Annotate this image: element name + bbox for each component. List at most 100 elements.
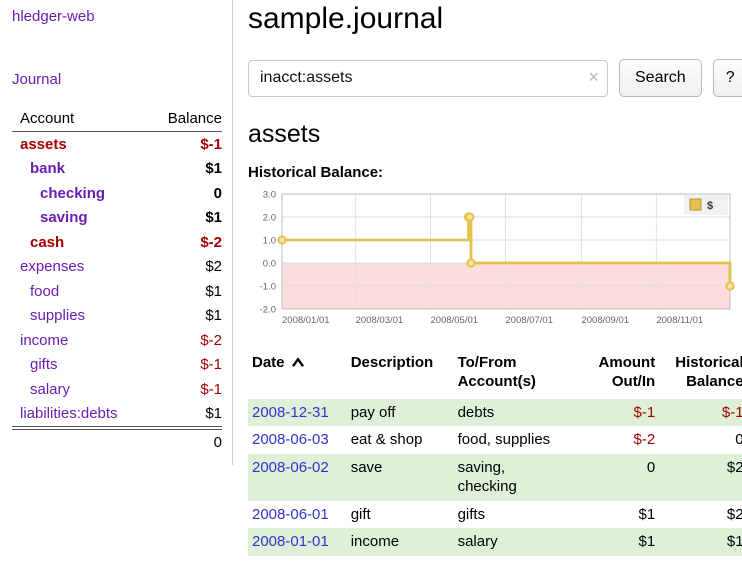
transaction-row: 2008-12-31pay offdebts$-1$-1 [248, 399, 742, 427]
search-input[interactable] [248, 60, 608, 97]
account-balance: $1 [144, 206, 222, 231]
transaction-date-cell: 2008-01-01 [248, 528, 347, 556]
account-balance: $1 [144, 279, 222, 304]
transaction-description: gift [347, 501, 454, 529]
transaction-row: 2008-06-01giftgifts$1$2 [248, 501, 742, 529]
account-link[interactable]: cash [12, 233, 64, 253]
register-header-row: DateDescriptionTo/FromAccount(s)AmountOu… [248, 352, 742, 399]
account-link[interactable]: expenses [12, 257, 84, 277]
search-button[interactable]: Search [619, 59, 702, 97]
transaction-accounts: debts [454, 399, 586, 427]
transaction-date-link[interactable]: 2008-01-01 [252, 533, 329, 550]
transaction-description: eat & shop [347, 426, 454, 454]
page-title: sample.journal [248, 2, 742, 36]
account-balance: 0 [144, 181, 222, 206]
transaction-date-link[interactable]: 2008-06-02 [252, 459, 329, 476]
transaction-balance: $1 [659, 528, 742, 556]
transaction-balance: $2 [659, 454, 742, 501]
transaction-description: save [347, 454, 454, 501]
account-link[interactable]: saving [12, 208, 88, 228]
transaction-balance: 0 [659, 426, 742, 454]
account-row: checking 0 [12, 181, 222, 206]
transaction-row: 2008-06-03eat & shopfood, supplies$-20 [248, 426, 742, 454]
account-balance: $-1 [144, 353, 222, 378]
account-link[interactable]: gifts [12, 355, 58, 375]
app-title-link[interactable]: hledger-web [12, 8, 95, 25]
header-label: Balance [686, 373, 742, 390]
account-balance: $-1 [144, 377, 222, 402]
svg-text:0.0: 0.0 [263, 259, 276, 270]
account-cell: food [12, 279, 144, 304]
account-cell: saving [12, 206, 144, 231]
account-link[interactable]: bank [12, 159, 65, 179]
account-link[interactable]: income [12, 331, 68, 351]
accounts-total-row: 0 [12, 428, 222, 455]
header-label: Description [351, 354, 434, 371]
transaction-amount: $1 [585, 501, 659, 529]
account-balance: $-1 [144, 132, 222, 157]
transaction-balance: $2 [659, 501, 742, 529]
account-link[interactable]: liabilities:debts [12, 404, 118, 424]
transaction-date-cell: 2008-06-03 [248, 426, 347, 454]
transaction-amount: 0 [585, 454, 659, 501]
transaction-date-cell: 2008-06-01 [248, 501, 347, 529]
account-row: liabilities:debts $1 [12, 402, 222, 429]
svg-text:2008/05/01: 2008/05/01 [431, 315, 479, 326]
account-cell: cash [12, 230, 144, 255]
account-balance: $-2 [144, 230, 222, 255]
svg-text:2008/01/01: 2008/01/01 [282, 315, 330, 326]
journal-link[interactable]: Journal [12, 71, 222, 88]
accounts-header-account: Account [12, 108, 144, 132]
account-balance: $-2 [144, 328, 222, 353]
transaction-amount: $-1 [585, 399, 659, 427]
account-row: supplies $1 [12, 304, 222, 329]
transaction-date-link[interactable]: 2008-06-03 [252, 431, 329, 448]
transaction-date-cell: 2008-06-02 [248, 454, 347, 501]
account-link[interactable]: salary [12, 380, 70, 400]
transaction-accounts: salary [454, 528, 586, 556]
transaction-description: pay off [347, 399, 454, 427]
transaction-date-link[interactable]: 2008-06-01 [252, 506, 329, 523]
transaction-date-link[interactable]: 2008-12-31 [252, 404, 329, 421]
search-field-wrap: × [248, 60, 608, 97]
accounts-total: 0 [12, 428, 222, 455]
account-link[interactable]: food [12, 282, 59, 302]
account-row: cash $-2 [12, 230, 222, 255]
register-header-date[interactable]: Date [248, 352, 347, 399]
transaction-amount: $-2 [585, 426, 659, 454]
account-row: food $1 [12, 279, 222, 304]
svg-text:2008/03/01: 2008/03/01 [356, 315, 404, 326]
clear-search-icon[interactable]: × [588, 67, 599, 89]
register-header-description: Description [347, 352, 454, 399]
search-form: × Search ? [248, 59, 742, 97]
account-cell: gifts [12, 353, 144, 378]
transaction-description: income [347, 528, 454, 556]
register-header-balance: HistoricalBalance [659, 352, 742, 399]
svg-text:1.0: 1.0 [263, 236, 276, 247]
account-link[interactable]: checking [12, 184, 105, 204]
main-content: sample.journal × Search ? assets Histori… [233, 0, 742, 556]
sidebar: hledger-web Journal Account Balance asse… [0, 0, 233, 465]
account-link[interactable]: assets [12, 135, 67, 155]
sort-asc-icon[interactable] [291, 355, 305, 374]
accounts-header-balance: Balance [144, 108, 222, 132]
transaction-balance: $-1 [659, 399, 742, 427]
help-button[interactable]: ? [713, 59, 742, 97]
transaction-row: 2008-01-01incomesalary$1$1 [248, 528, 742, 556]
account-row: expenses $2 [12, 255, 222, 280]
svg-text:-1.0: -1.0 [260, 282, 276, 293]
account-row: salary $-1 [12, 377, 222, 402]
header-label: Out/In [612, 373, 655, 390]
historical-balance-chart: 3.02.01.00.0-1.0-2.02008/01/012008/03/01… [248, 188, 742, 338]
account-balance: $1 [144, 304, 222, 329]
account-cell: salary [12, 377, 144, 402]
svg-text:2008/09/01: 2008/09/01 [581, 315, 629, 326]
account-balance: $2 [144, 255, 222, 280]
account-row: assets $-1 [12, 132, 222, 157]
account-balance: $1 [144, 402, 222, 429]
header-label: Date [252, 354, 285, 371]
account-cell: supplies [12, 304, 144, 329]
account-row: bank$1 [12, 157, 222, 182]
account-row: gifts $-1 [12, 353, 222, 378]
account-link[interactable]: supplies [12, 306, 85, 326]
